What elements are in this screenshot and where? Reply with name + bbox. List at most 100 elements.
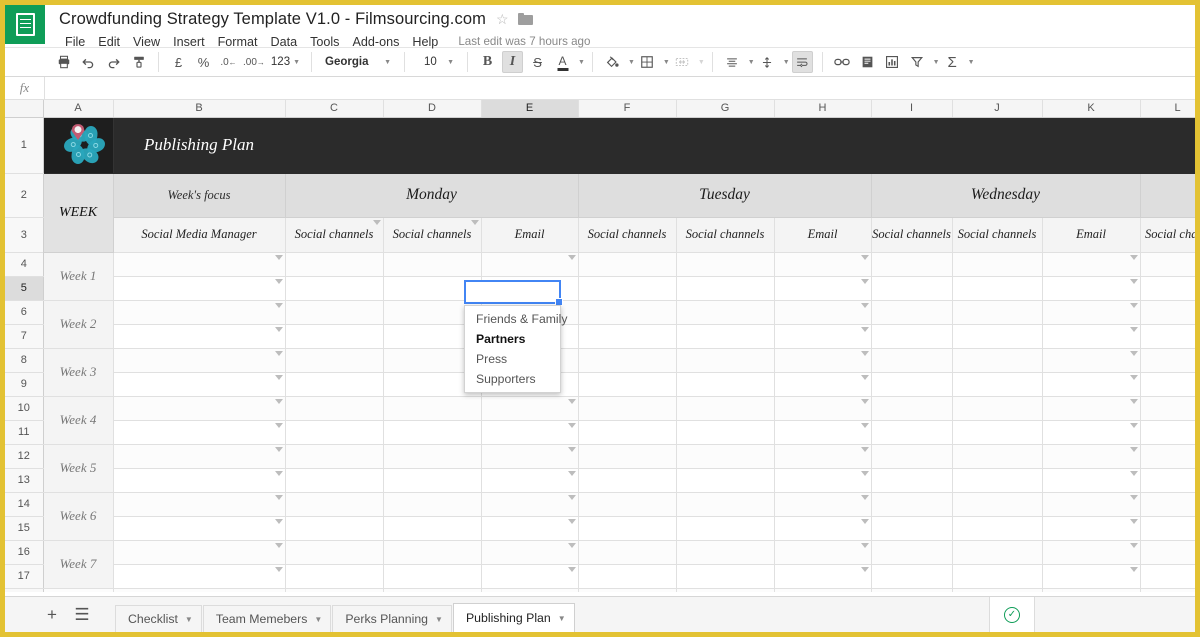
dropdown-arrow-icon[interactable] [860, 494, 869, 500]
cell-b15[interactable] [113, 516, 286, 541]
star-outline-icon[interactable]: ☆ [496, 12, 509, 26]
cell-b9[interactable] [113, 372, 286, 397]
row-header-15[interactable]: 15 [5, 516, 44, 541]
cell-e3-email[interactable]: Email [481, 217, 579, 253]
cell-c16[interactable] [285, 540, 384, 565]
dropdown-arrow-icon[interactable] [274, 398, 283, 404]
chevron-down-icon[interactable]: ▼ [698, 59, 705, 66]
cell-e11[interactable] [481, 420, 579, 445]
data-validation-dropdown[interactable]: Friends & Family Partners Press Supporte… [464, 305, 567, 393]
cell-d3-social-channels[interactable]: Social channels [383, 217, 482, 253]
dropdown-arrow-icon[interactable] [274, 326, 283, 332]
cell-j12[interactable] [952, 444, 1043, 469]
row-header-16[interactable]: 16 [5, 540, 44, 565]
cell-h5[interactable] [774, 276, 872, 301]
cell-c10[interactable] [285, 396, 384, 421]
dropdown-arrow-icon[interactable] [567, 446, 576, 452]
cell-day-tuesday[interactable]: Tuesday [578, 173, 872, 218]
cell-e13[interactable] [481, 468, 579, 493]
dropdown-arrow-icon[interactable] [567, 470, 576, 476]
row-header-1[interactable]: 1 [5, 117, 44, 174]
cell-week-6-label[interactable]: Week 6 [43, 492, 114, 541]
cell-e12[interactable] [481, 444, 579, 469]
chevron-down-icon[interactable]: ▼ [933, 59, 940, 66]
bold-button[interactable]: B [477, 51, 498, 73]
row-header-14[interactable]: 14 [5, 492, 44, 517]
cell-g7[interactable] [676, 324, 775, 349]
cell-k5[interactable] [1042, 276, 1141, 301]
cell-i17[interactable] [871, 564, 953, 589]
row-header-12[interactable]: 12 [5, 444, 44, 469]
cell-c12[interactable] [285, 444, 384, 469]
cell-h15[interactable] [774, 516, 872, 541]
selected-cell-e5[interactable] [464, 280, 563, 306]
cell-l18[interactable] [1140, 588, 1195, 592]
cell-e14[interactable] [481, 492, 579, 517]
cell-e16[interactable] [481, 540, 579, 565]
italic-button[interactable]: I [502, 51, 524, 73]
cell-d18[interactable] [383, 588, 482, 592]
cell-h13[interactable] [774, 468, 872, 493]
menu-item-view[interactable]: View [127, 34, 166, 50]
cell-b4[interactable] [113, 252, 286, 277]
hamburger-list-icon[interactable]: ☰ [69, 602, 95, 628]
decrease-decimal-button[interactable]: .0 ← [218, 51, 239, 73]
cell-j7[interactable] [952, 324, 1043, 349]
cell-k15[interactable] [1042, 516, 1141, 541]
cell-g10[interactable] [676, 396, 775, 421]
chevron-down-icon[interactable]: ▼ [968, 59, 975, 66]
menu-item-tools[interactable]: Tools [304, 34, 345, 50]
cell-week-2-label[interactable]: Week 2 [43, 300, 114, 349]
cell-g16[interactable] [676, 540, 775, 565]
cell-i3-social-channels[interactable]: Social channels [871, 217, 953, 253]
cell-j11[interactable] [952, 420, 1043, 445]
formula-input[interactable] [45, 77, 1195, 99]
chevron-down-icon[interactable]: ▼ [628, 59, 635, 66]
google-sheets-icon[interactable] [5, 5, 45, 44]
cell-week-4-label[interactable]: Week 4 [43, 396, 114, 445]
cell-f18[interactable] [578, 588, 677, 592]
cell-j13[interactable] [952, 468, 1043, 493]
menu-item-file[interactable]: File [59, 34, 91, 50]
cell-j8[interactable] [952, 348, 1043, 373]
cell-l17[interactable] [1140, 564, 1195, 589]
dropdown-arrow-icon[interactable] [274, 350, 283, 356]
sheet-tab-perks-planning[interactable]: Perks Planning ▼ [332, 604, 452, 632]
dropdown-arrow-icon[interactable] [567, 254, 576, 260]
cell-c4[interactable] [285, 252, 384, 277]
dropdown-option-partners[interactable]: Partners [465, 329, 560, 349]
chevron-down-icon[interactable]: ▼ [578, 59, 585, 66]
dropdown-arrow-icon[interactable] [860, 374, 869, 380]
last-edit-status[interactable]: Last edit was 7 hours ago [458, 35, 590, 48]
dropdown-arrow-icon[interactable] [860, 542, 869, 548]
cell-g6[interactable] [676, 300, 775, 325]
cell-week-3-label[interactable]: Week 3 [43, 348, 114, 397]
font-family-select[interactable]: Georgia ▼ [319, 51, 397, 73]
chevron-down-icon[interactable]: ▼ [558, 614, 566, 623]
cell-j4[interactable] [952, 252, 1043, 277]
dropdown-arrow-icon[interactable] [274, 518, 283, 524]
dropdown-arrow-icon[interactable] [567, 542, 576, 548]
cell-c6[interactable] [285, 300, 384, 325]
dropdown-arrow-icon[interactable] [274, 542, 283, 548]
column-header-i[interactable]: I [871, 100, 953, 118]
dropdown-arrow-icon[interactable] [860, 398, 869, 404]
cell-h16[interactable] [774, 540, 872, 565]
cell-b18[interactable] [113, 588, 286, 592]
cell-f13[interactable] [578, 468, 677, 493]
vertical-align-icon[interactable] [757, 51, 778, 73]
cell-f16[interactable] [578, 540, 677, 565]
menu-item-edit[interactable]: Edit [92, 34, 126, 50]
chevron-down-icon[interactable]: ▼ [185, 615, 193, 624]
comment-icon[interactable] [857, 51, 878, 73]
dropdown-arrow-icon[interactable] [1129, 542, 1138, 548]
cell-b12[interactable] [113, 444, 286, 469]
cell-g13[interactable] [676, 468, 775, 493]
cell-g9[interactable] [676, 372, 775, 397]
dropdown-arrow-icon[interactable] [567, 518, 576, 524]
cell-e10[interactable] [481, 396, 579, 421]
dropdown-arrow-icon[interactable] [1129, 518, 1138, 524]
cell-g15[interactable] [676, 516, 775, 541]
row-header-17[interactable]: 17 [5, 564, 44, 589]
cell-week-1-label[interactable]: Week 1 [43, 252, 114, 301]
